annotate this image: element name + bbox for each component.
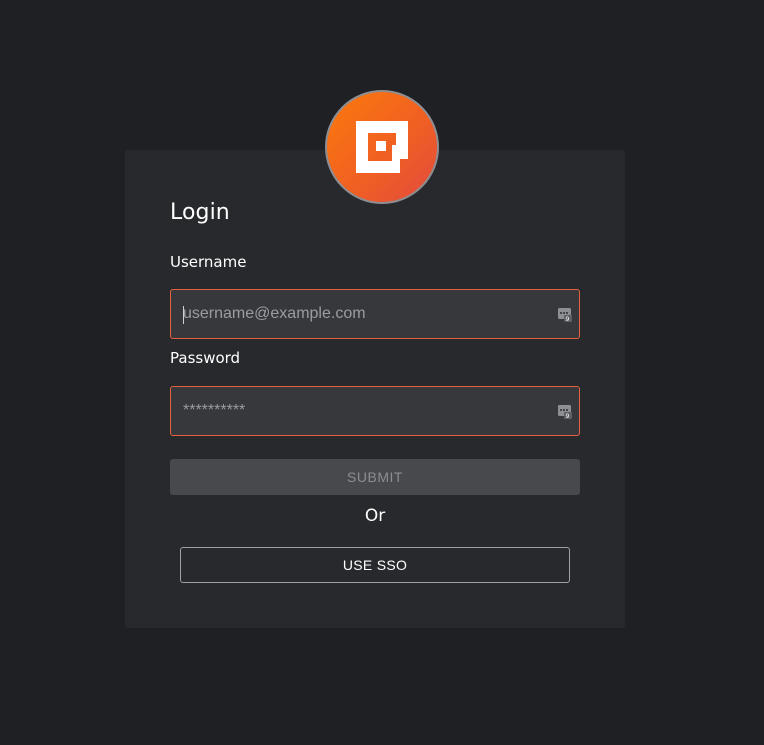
svg-text:9: 9	[566, 413, 570, 420]
password-label: Password	[170, 349, 241, 367]
svg-text:9: 9	[566, 316, 570, 323]
brand-logo-icon	[325, 90, 439, 204]
password-manager-icon[interactable]: 9	[557, 307, 573, 323]
password-manager-icon[interactable]: 9	[557, 404, 573, 420]
login-page: Login Username 9 Password 9	[0, 0, 764, 745]
password-field[interactable]: 9	[170, 386, 580, 436]
brand-logo-mark	[356, 121, 408, 173]
or-divider: Or	[364, 506, 386, 526]
username-input[interactable]	[183, 290, 543, 338]
page-title: Login	[170, 200, 230, 225]
username-field[interactable]: 9	[170, 289, 580, 339]
login-card: Login Username 9 Password 9	[125, 150, 625, 628]
submit-button[interactable]: SUBMIT	[170, 459, 580, 495]
use-sso-button[interactable]: USE SSO	[180, 547, 570, 583]
username-label: Username	[170, 253, 247, 271]
password-input[interactable]	[183, 387, 543, 435]
text-cursor	[183, 306, 184, 324]
